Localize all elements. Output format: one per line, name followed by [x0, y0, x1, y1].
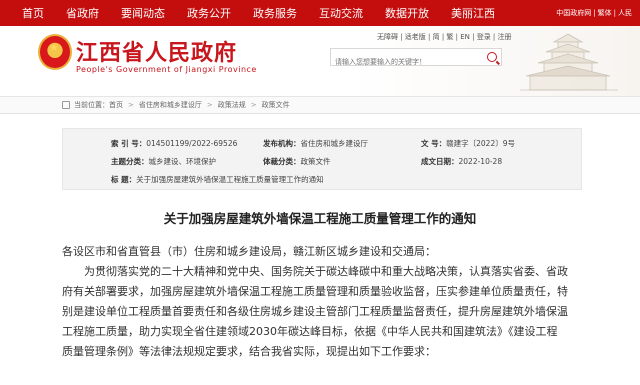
search-icon[interactable] [487, 52, 497, 62]
meta-topic-label: 主题分类： [111, 157, 149, 166]
meta-type-label: 体裁分类： [263, 157, 301, 166]
meta-publisher: 发布机构：省住房和城乡建设厅 [263, 138, 368, 149]
body-line: 质量管理条例》等法律法规规定要求，结合我省实际，现提出如下工作要求： [62, 345, 436, 358]
site-header: ★ 江西省人民政府 People's Government of Jiangxi… [0, 26, 640, 96]
breadcrumb-policy-documents[interactable]: 政策文件 [262, 100, 290, 110]
meta-docno: 文 号：赣建字〔2022〕9号 [421, 138, 515, 149]
nav-interaction[interactable]: 互动交流 [319, 5, 363, 21]
site-title[interactable]: 江西省人民政府 [76, 35, 237, 67]
meta-date: 成文日期：2022-10-28 [421, 156, 502, 167]
meta-date-value: 2022-10-28 [458, 157, 503, 166]
breadcrumb-separator: > [206, 101, 213, 109]
breadcrumb-home[interactable]: 首页 [109, 100, 123, 110]
document-title: 关于加强房屋建筑外墙保温工程施工质量管理工作的通知 [163, 211, 477, 226]
nav-government-affairs-disclosure[interactable]: 政务公开 [187, 5, 231, 21]
national-emblem-icon: ★ [38, 34, 72, 70]
tengwang-pavilion-image [520, 33, 618, 91]
body-line: 别是建设单位工程质量首要责任和各级住房城乡建设主管部门工程质量监督责任，提升房屋… [62, 305, 568, 318]
body-line: 为贯彻落实党的二十大精神和党中央、国务院关于碳达峰碳中和重大战略决策，认真落实省… [62, 265, 568, 278]
top-right-links: 中国政府网 | 繁体 | 人民 [554, 0, 632, 26]
meta-title-value: 关于加强房屋建筑外墙保温工程施工质量管理工作的通知 [136, 175, 324, 184]
breadcrumb-separator: > [128, 101, 134, 109]
search-box [330, 48, 502, 70]
breadcrumb-department[interactable]: 省住房和城乡建设厅 [139, 100, 202, 110]
separator: | [593, 9, 596, 17]
nav-home[interactable]: 首页 [22, 5, 44, 21]
accessibility-links[interactable]: 无障碍 | 适老版 | 简 | 繁 | EN | 登录 | 注册 [377, 32, 512, 42]
document-body: 各设区市和省直管县（市）住房和城乡建设局，赣江新区城乡建设和交通局： 为贯彻落实… [62, 242, 568, 362]
breadcrumb-separator: > [250, 101, 257, 109]
meta-title: 标 题：关于加强房屋建筑外墙保温工程施工质量管理工作的通知 [111, 174, 324, 185]
nav-news[interactable]: 要闻动态 [121, 5, 165, 21]
link-traditional-chinese[interactable]: 繁体 [598, 8, 612, 18]
nav-provincial-government[interactable]: 省政府 [66, 5, 99, 21]
meta-docno-label: 文 号： [421, 139, 447, 148]
meta-date-label: 成文日期： [421, 157, 459, 166]
breadcrumb: 当前位置： 首页 > 省住房和城乡建设厅 > 政策法规 > 政策文件 [0, 96, 640, 114]
breadcrumb-label: 当前位置： [74, 101, 109, 109]
meta-index-label: 索 引 号： [111, 139, 147, 148]
separator: | [613, 9, 616, 17]
meta-title-label: 标 题： [111, 175, 137, 184]
nav-beautiful-jiangxi[interactable]: 美丽江西 [451, 5, 495, 21]
body-line: 府有关部署要求，加强房屋建筑外墙保温工程施工质量管理和质量验收监督，压实参建单位… [62, 285, 568, 298]
meta-topic-value: 城乡建设、环境保护 [148, 157, 217, 166]
meta-publisher-value: 省住房和城乡建设厅 [300, 139, 369, 148]
meta-topic: 主题分类：城乡建设、环境保护 [111, 156, 216, 167]
meta-publisher-label: 发布机构： [263, 139, 301, 148]
body-line: 工程施工质量，助力实现全省住建领域2030年碳达峰目标，依据《中华人民共和国建筑… [62, 325, 558, 338]
site-subtitle: People's Government of Jiangxi Province [76, 65, 257, 74]
breadcrumb-policy-regulations[interactable]: 政策法规 [218, 100, 246, 110]
top-navigation-bar: 首页 省政府 要闻动态 政务公开 政务服务 互动交流 数据开放 美丽江西 中国政… [0, 0, 640, 26]
meta-index-value: 014501199/2022-69526 [146, 139, 238, 148]
meta-index: 索 引 号：014501199/2022-69526 [111, 138, 237, 149]
search-input[interactable] [331, 54, 481, 70]
meta-type: 体裁分类：政策文件 [263, 156, 331, 167]
document-metadata-panel: 索 引 号：014501199/2022-69526 发布机构：省住房和城乡建设… [62, 128, 582, 190]
body-line: 各设区市和省直管县（市）住房和城乡建设局，赣江新区城乡建设和交通局： [62, 245, 436, 258]
meta-docno-value: 赣建字〔2022〕9号 [446, 139, 515, 148]
location-icon [62, 101, 70, 109]
nav-open-data[interactable]: 数据开放 [385, 5, 429, 21]
nav-government-services[interactable]: 政务服务 [253, 5, 297, 21]
link-people[interactable]: 人民 [618, 8, 632, 18]
meta-type-value: 政策文件 [300, 157, 331, 166]
link-china-gov[interactable]: 中国政府网 [556, 8, 591, 18]
